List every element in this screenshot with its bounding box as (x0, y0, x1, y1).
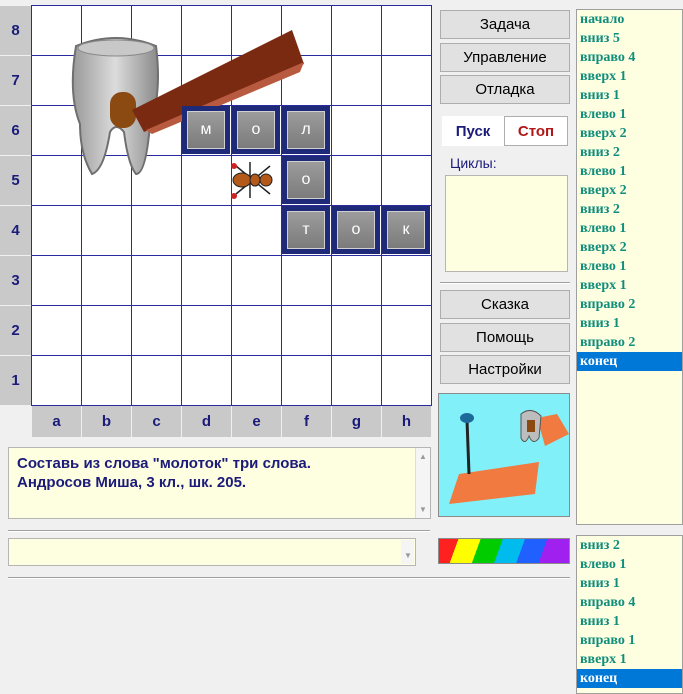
task-text-line: Андросов Миша, 3 кл., шк. 205. (17, 474, 247, 491)
row-label: 2 (0, 306, 31, 355)
tale-button[interactable]: Сказка (440, 290, 570, 319)
cycles-label: Циклы: (450, 155, 497, 171)
program-line[interactable]: вниз 2 (577, 536, 682, 555)
command-input[interactable]: ▼ (8, 538, 416, 566)
program-line[interactable]: конец (577, 669, 682, 688)
program-line[interactable]: вправо 4 (577, 593, 682, 612)
task-text-area[interactable]: Составь из слова "молоток" три слова. Ан… (8, 447, 431, 519)
program-line[interactable]: вверх 1 (577, 67, 682, 86)
letter-tile[interactable]: о (332, 206, 380, 254)
debug-button[interactable]: Отладка (440, 75, 570, 104)
program-line[interactable]: влево 1 (577, 162, 682, 181)
divider (440, 282, 570, 284)
board-grid[interactable]: молоток (31, 5, 432, 406)
column-label: b (82, 406, 131, 437)
program-line[interactable]: вверх 2 (577, 181, 682, 200)
program-line[interactable]: вверх 1 (577, 276, 682, 295)
control-button[interactable]: Управление (440, 43, 570, 72)
program-line[interactable]: вниз 1 (577, 314, 682, 333)
program-line[interactable]: вниз 5 (577, 29, 682, 48)
tile-letter: о (337, 211, 375, 249)
scroll-down-icon[interactable]: ▼ (419, 505, 427, 514)
row-label: 7 (0, 56, 31, 105)
scroll-up-icon[interactable]: ▲ (419, 452, 427, 461)
program-line[interactable]: начало (577, 10, 682, 29)
ant-robot (231, 162, 273, 199)
row-label: 5 (0, 156, 31, 205)
column-label: e (232, 406, 281, 437)
cycles-field[interactable] (445, 175, 568, 272)
column-label: h (382, 406, 431, 437)
row-label: 3 (0, 256, 31, 305)
program-line[interactable]: вверх 1 (577, 650, 682, 669)
tile-letter: л (287, 111, 325, 149)
run-button[interactable]: Пуск (442, 116, 504, 146)
divider (8, 530, 430, 532)
tile-letter: т (287, 211, 325, 249)
row-label: 4 (0, 206, 31, 255)
divider (8, 577, 570, 579)
scrollbar[interactable]: ▲ ▼ (415, 448, 430, 518)
task-text-line: Составь из слова "молоток" три слова. (17, 455, 311, 472)
program-line[interactable]: вверх 2 (577, 238, 682, 257)
row-label: 6 (0, 106, 31, 155)
letter-tile[interactable]: о (282, 156, 330, 204)
program-list-secondary[interactable]: вниз 2 влево 1 вниз 1 вправо 4 вниз 1 вправо … (576, 535, 683, 694)
tile-letter: о (287, 161, 325, 199)
letter-tile[interactable]: м (182, 106, 230, 154)
program-line[interactable]: вниз 1 (577, 574, 682, 593)
tile-letter: к (387, 211, 425, 249)
column-label: c (132, 406, 181, 437)
letter-tile[interactable]: к (382, 206, 430, 254)
color-palette[interactable] (438, 538, 570, 564)
letter-tile[interactable]: т (282, 206, 330, 254)
help-button[interactable]: Помощь (440, 323, 570, 352)
task-button[interactable]: Задача (440, 10, 570, 39)
program-line[interactable]: вправо 2 (577, 333, 682, 352)
row-label: 8 (0, 6, 31, 55)
program-line[interactable]: вниз 2 (577, 143, 682, 162)
program-line[interactable]: вправо 2 (577, 295, 682, 314)
column-label: a (32, 406, 81, 437)
tile-letter: о (237, 111, 275, 149)
scroll-down-icon[interactable]: ▼ (404, 551, 412, 560)
program-line[interactable]: вниз 1 (577, 86, 682, 105)
scrollbar[interactable]: ▼ (401, 540, 414, 564)
program-list[interactable]: начало вниз 5 вправо 4 вверх 1 вниз 1 влево 1… (576, 9, 683, 525)
program-line[interactable]: вверх 2 (577, 124, 682, 143)
program-line[interactable]: вправо 1 (577, 631, 682, 650)
nail-and-hammer-icon (449, 410, 569, 504)
stop-button[interactable]: Стоп (504, 116, 568, 146)
letter-tile[interactable]: л (282, 106, 330, 154)
column-label: d (182, 406, 231, 437)
column-label: f (282, 406, 331, 437)
program-line[interactable]: вниз 2 (577, 200, 682, 219)
letter-tile[interactable]: о (232, 106, 280, 154)
tile-letter: м (187, 111, 225, 149)
settings-button[interactable]: Настройки (440, 355, 570, 384)
program-line[interactable]: влево 1 (577, 257, 682, 276)
program-line[interactable]: влево 1 (577, 219, 682, 238)
program-line[interactable]: вправо 4 (577, 48, 682, 67)
program-line[interactable]: влево 1 (577, 555, 682, 574)
program-line[interactable]: вниз 1 (577, 612, 682, 631)
row-label: 1 (0, 356, 31, 405)
game-board: 87654321 abcdefgh м о л о т о к (0, 5, 432, 437)
preview-picture (438, 393, 570, 517)
program-line[interactable]: конец (577, 352, 682, 371)
column-label: g (332, 406, 381, 437)
program-line[interactable]: влево 1 (577, 105, 682, 124)
